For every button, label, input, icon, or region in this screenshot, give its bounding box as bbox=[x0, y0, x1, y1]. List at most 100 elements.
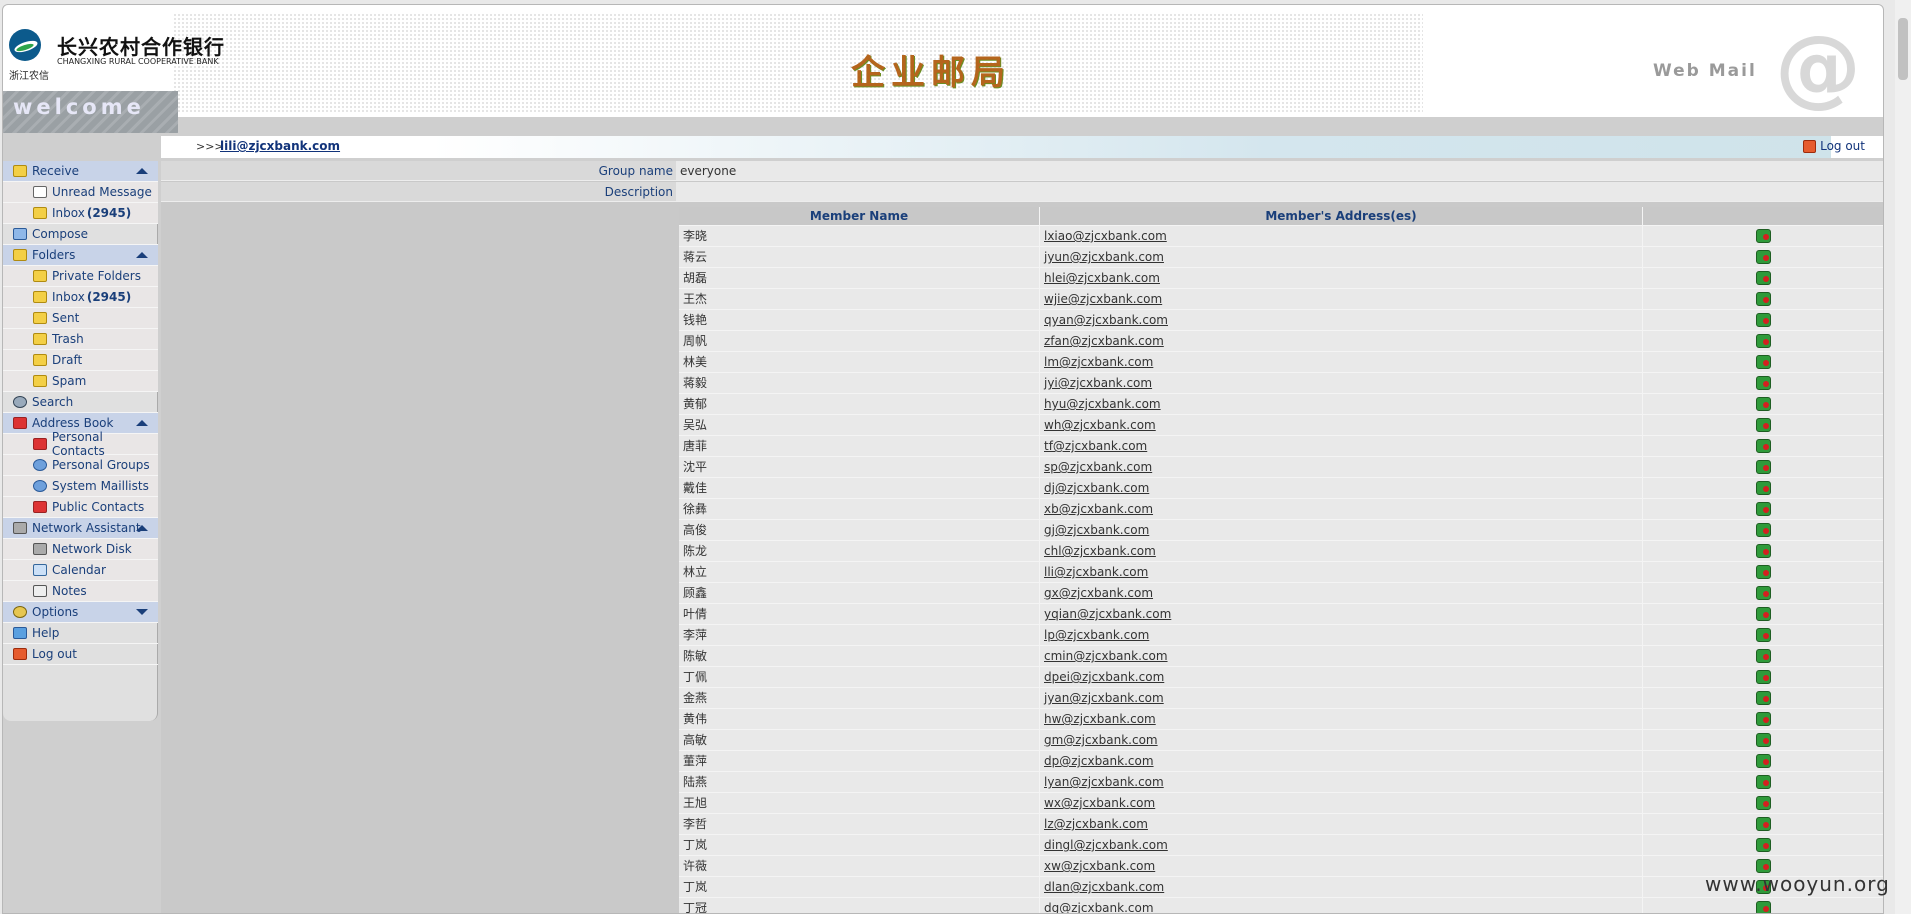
add-to-contacts-icon[interactable] bbox=[1756, 523, 1771, 537]
sidebar-item-network-assistant[interactable]: Network Assistant bbox=[3, 518, 158, 539]
page-scrollbar[interactable] bbox=[1895, 0, 1911, 914]
add-to-contacts-icon[interactable] bbox=[1756, 292, 1771, 306]
top-logout-link[interactable]: Log out bbox=[1803, 139, 1865, 153]
sidebar-item-spam[interactable]: Spam bbox=[3, 371, 158, 392]
member-email-link[interactable]: xb@zjcxbank.com bbox=[1040, 499, 1643, 519]
sidebar-item-private-folders[interactable]: Private Folders bbox=[3, 266, 158, 287]
add-to-contacts-icon[interactable] bbox=[1756, 544, 1771, 558]
add-to-contacts-icon[interactable] bbox=[1756, 397, 1771, 411]
sidebar-item-help[interactable]: Help bbox=[3, 623, 158, 644]
add-to-contacts-icon[interactable] bbox=[1756, 418, 1771, 432]
sidebar-item-options[interactable]: Options bbox=[3, 602, 158, 623]
member-email-link[interactable]: hlei@zjcxbank.com bbox=[1040, 268, 1643, 288]
member-email-link[interactable]: yqian@zjcxbank.com bbox=[1040, 604, 1643, 624]
add-to-contacts-icon[interactable] bbox=[1756, 355, 1771, 369]
sidebar-item-personal-contacts[interactable]: Personal Contacts bbox=[3, 430, 158, 458]
member-email-link[interactable]: lxiao@zjcxbank.com bbox=[1040, 226, 1643, 246]
add-to-contacts-icon[interactable] bbox=[1756, 376, 1771, 390]
sidebar-item-unread-message[interactable]: Unread Message bbox=[3, 182, 158, 203]
member-email-link[interactable]: tf@zjcxbank.com bbox=[1040, 436, 1643, 456]
add-to-contacts-icon[interactable] bbox=[1756, 775, 1771, 789]
sidebar-item-compose[interactable]: Compose bbox=[3, 224, 158, 245]
user-email-link[interactable]: lili@zjcxbank.com bbox=[220, 139, 340, 153]
add-to-contacts-icon[interactable] bbox=[1756, 649, 1771, 663]
member-email-link[interactable]: chl@zjcxbank.com bbox=[1040, 541, 1643, 561]
add-to-contacts-icon[interactable] bbox=[1756, 796, 1771, 810]
member-email-link[interactable]: dg@zjcxbank.com bbox=[1040, 898, 1643, 913]
member-email-link[interactable]: lli@zjcxbank.com bbox=[1040, 562, 1643, 582]
member-email-link[interactable]: zfan@zjcxbank.com bbox=[1040, 331, 1643, 351]
member-email-link[interactable]: wjie@zjcxbank.com bbox=[1040, 289, 1643, 309]
add-to-contacts-icon[interactable] bbox=[1756, 481, 1771, 495]
add-to-contacts-icon[interactable] bbox=[1756, 817, 1771, 831]
sidebar-item-folders[interactable]: Folders bbox=[3, 245, 158, 266]
member-email-link[interactable]: dp@zjcxbank.com bbox=[1040, 751, 1643, 771]
sidebar-item-draft[interactable]: Draft bbox=[3, 350, 158, 371]
add-to-contacts-icon[interactable] bbox=[1756, 670, 1771, 684]
member-email-link[interactable]: gj@zjcxbank.com bbox=[1040, 520, 1643, 540]
add-to-contacts-icon[interactable] bbox=[1756, 901, 1771, 913]
collapse-arrow-icon[interactable] bbox=[136, 168, 148, 174]
scrollbar-thumb[interactable] bbox=[1898, 18, 1908, 80]
member-email-link[interactable]: lp@zjcxbank.com bbox=[1040, 625, 1643, 645]
sidebar-item-inbox[interactable]: Inbox (2945) bbox=[3, 203, 158, 224]
member-email-link[interactable]: lm@zjcxbank.com bbox=[1040, 352, 1643, 372]
sidebar-item-inbox[interactable]: Inbox (2945) bbox=[3, 287, 158, 308]
sidebar-item-personal-groups[interactable]: Personal Groups bbox=[3, 455, 158, 476]
member-email-link[interactable]: cmin@zjcxbank.com bbox=[1040, 646, 1643, 666]
member-email-link[interactable]: lyan@zjcxbank.com bbox=[1040, 772, 1643, 792]
member-email-link[interactable]: xw@zjcxbank.com bbox=[1040, 856, 1643, 876]
add-to-contacts-icon[interactable] bbox=[1756, 313, 1771, 327]
member-email-link[interactable]: qyan@zjcxbank.com bbox=[1040, 310, 1643, 330]
member-email-link[interactable]: wh@zjcxbank.com bbox=[1040, 415, 1643, 435]
collapse-arrow-icon[interactable] bbox=[136, 420, 148, 426]
add-to-contacts-icon[interactable] bbox=[1756, 607, 1771, 621]
member-email-link[interactable]: jyi@zjcxbank.com bbox=[1040, 373, 1643, 393]
member-email-link[interactable]: dlan@zjcxbank.com bbox=[1040, 877, 1643, 897]
member-email-link[interactable]: dpei@zjcxbank.com bbox=[1040, 667, 1643, 687]
add-to-contacts-icon[interactable] bbox=[1756, 691, 1771, 705]
add-to-contacts-icon[interactable] bbox=[1756, 334, 1771, 348]
member-email-link[interactable]: dj@zjcxbank.com bbox=[1040, 478, 1643, 498]
member-email-link[interactable]: hyu@zjcxbank.com bbox=[1040, 394, 1643, 414]
add-to-contacts-icon[interactable] bbox=[1756, 628, 1771, 642]
sidebar-item-calendar[interactable]: Calendar bbox=[3, 560, 158, 581]
add-to-contacts-icon[interactable] bbox=[1756, 250, 1771, 264]
sidebar-item-notes[interactable]: Notes bbox=[3, 581, 158, 602]
add-to-contacts-icon[interactable] bbox=[1756, 712, 1771, 726]
member-email-link[interactable]: sp@zjcxbank.com bbox=[1040, 457, 1643, 477]
sidebar-item-receive[interactable]: Receive bbox=[3, 161, 158, 182]
expand-arrow-icon[interactable] bbox=[136, 609, 148, 615]
collapse-arrow-icon[interactable] bbox=[136, 525, 148, 531]
add-to-contacts-icon[interactable] bbox=[1756, 271, 1771, 285]
member-email-link[interactable]: jyun@zjcxbank.com bbox=[1040, 247, 1643, 267]
member-email-link[interactable]: jyan@zjcxbank.com bbox=[1040, 688, 1643, 708]
table-row: 陆燕 lyan@zjcxbank.com bbox=[679, 772, 1883, 793]
member-email-link[interactable]: dingl@zjcxbank.com bbox=[1040, 835, 1643, 855]
add-to-contacts-icon[interactable] bbox=[1756, 229, 1771, 243]
webmail-label: Web Mail bbox=[1653, 61, 1757, 81]
add-to-contacts-icon[interactable] bbox=[1756, 859, 1771, 873]
add-to-contacts-icon[interactable] bbox=[1756, 565, 1771, 579]
sidebar-item-public-contacts[interactable]: Public Contacts bbox=[3, 497, 158, 518]
sidebar-item-network-disk[interactable]: Network Disk bbox=[3, 539, 158, 560]
add-to-contacts-icon[interactable] bbox=[1756, 502, 1771, 516]
add-to-contacts-icon[interactable] bbox=[1756, 460, 1771, 474]
collapse-arrow-icon[interactable] bbox=[136, 252, 148, 258]
sidebar-item-log-out[interactable]: Log out bbox=[3, 644, 158, 665]
sidebar-item-trash[interactable]: Trash bbox=[3, 329, 158, 350]
add-to-contacts-icon[interactable] bbox=[1756, 838, 1771, 852]
sidebar-item-system-maillists[interactable]: System Maillists bbox=[3, 476, 158, 497]
member-email-link[interactable]: hw@zjcxbank.com bbox=[1040, 709, 1643, 729]
member-email-link[interactable]: gm@zjcxbank.com bbox=[1040, 730, 1643, 750]
add-to-contacts-icon[interactable] bbox=[1756, 754, 1771, 768]
member-name-cell: 李萍 bbox=[679, 625, 1040, 645]
sidebar-item-sent[interactable]: Sent bbox=[3, 308, 158, 329]
sidebar-item-search[interactable]: Search bbox=[3, 392, 158, 413]
member-email-link[interactable]: lz@zjcxbank.com bbox=[1040, 814, 1643, 834]
add-to-contacts-icon[interactable] bbox=[1756, 439, 1771, 453]
member-email-link[interactable]: gx@zjcxbank.com bbox=[1040, 583, 1643, 603]
member-email-link[interactable]: wx@zjcxbank.com bbox=[1040, 793, 1643, 813]
add-to-contacts-icon[interactable] bbox=[1756, 733, 1771, 747]
add-to-contacts-icon[interactable] bbox=[1756, 586, 1771, 600]
